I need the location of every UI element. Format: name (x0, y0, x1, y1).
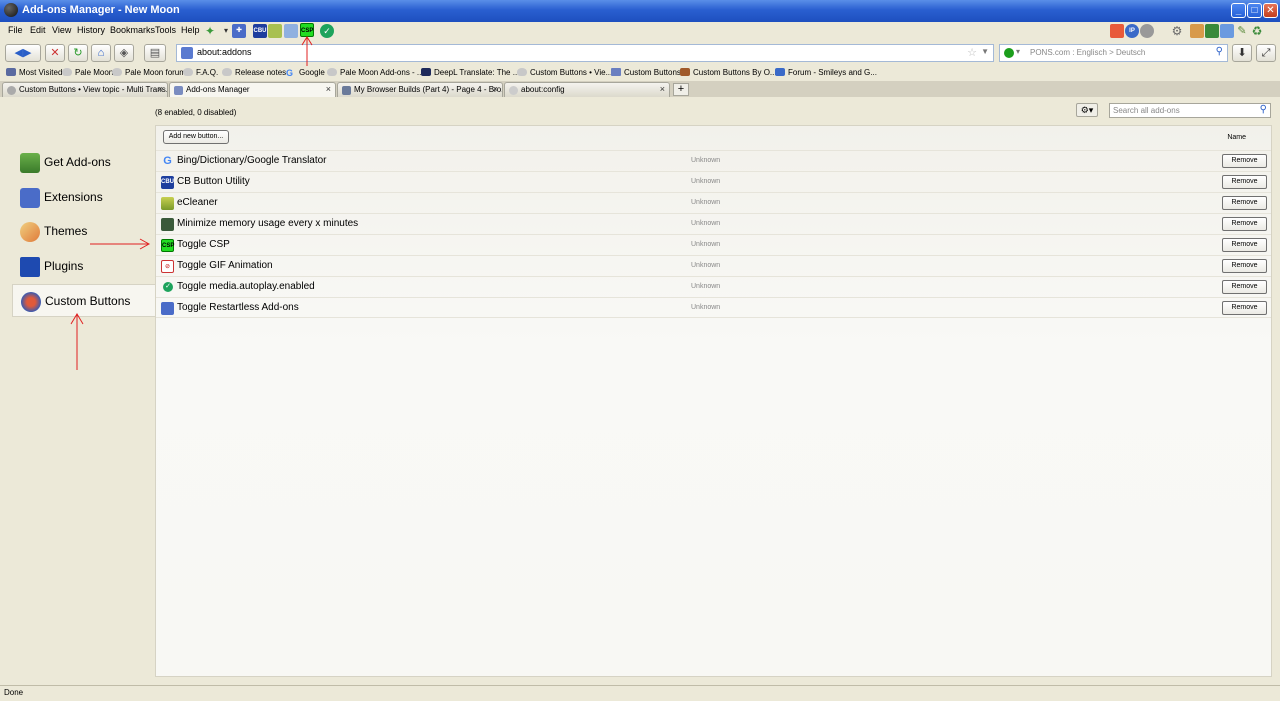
status-bar: Done (0, 685, 1280, 701)
status-text: Done (4, 688, 24, 697)
annotation-arrows (70, 36, 313, 370)
